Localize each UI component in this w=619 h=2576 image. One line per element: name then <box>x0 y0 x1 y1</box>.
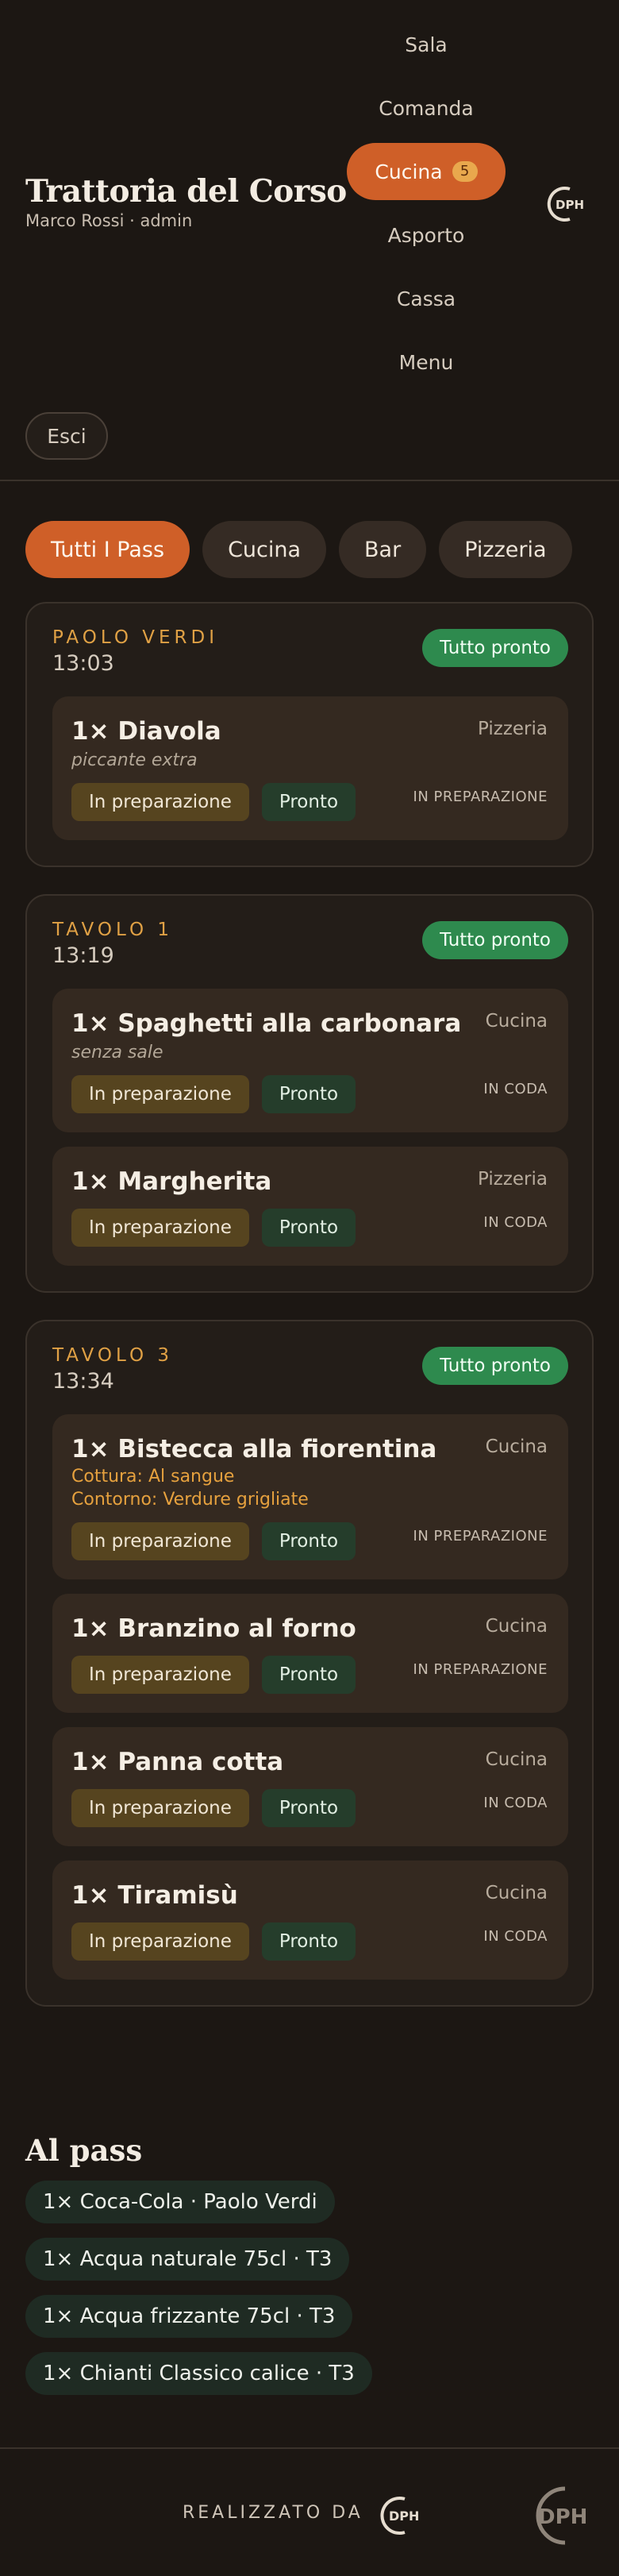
logout-button[interactable]: Esci <box>25 412 108 460</box>
nav-item-cucina[interactable]: Cucina 5 <box>347 143 506 200</box>
in-preparation-button[interactable]: In preparazione <box>71 1075 249 1113</box>
item-title: 1× Diavola <box>71 717 221 746</box>
ready-button[interactable]: Pronto <box>261 1656 356 1694</box>
nav-item-asporto[interactable]: Asporto <box>347 206 506 264</box>
item-note: senza sale <box>71 1043 163 1062</box>
ready-button[interactable]: Pronto <box>261 1522 356 1560</box>
item-station: Pizzeria <box>478 719 548 739</box>
orders-list: Paolo Verdi 13:03 Tutto pronto 1× Diavol… <box>25 602 594 2034</box>
filter-cucina[interactable]: Cucina <box>202 521 327 578</box>
item-status: IN PREPARAZIONE <box>413 789 548 805</box>
in-preparation-button[interactable]: In preparazione <box>71 783 249 821</box>
item-title: 1× Spaghetti alla carbonara <box>71 1009 462 1038</box>
count-badge: 5 <box>452 161 478 182</box>
pass-item[interactable]: 1× Chianti Classico calice · T3 <box>25 2352 372 2395</box>
nav-item-cassa[interactable]: Cassa <box>347 270 506 327</box>
item-title: 1× Panna cotta <box>71 1748 284 1776</box>
item-status: IN CODA <box>483 1795 548 1811</box>
order-item: 1× Margherita Pizzeria IN CODA In prepar… <box>52 1147 568 1266</box>
all-ready-button[interactable]: Tutto pronto <box>422 629 568 667</box>
item-status: IN PREPARAZIONE <box>413 1528 548 1544</box>
logo-text: DPH <box>389 2509 419 2524</box>
item-modifier: Contorno: Verdure grigliate <box>71 1490 309 1510</box>
nav-item-sala[interactable]: Sala <box>347 16 506 73</box>
main-nav: Sala Comanda Cucina 5 Asporto Cassa Menu <box>347 16 506 397</box>
order-item: 1× Panna cotta Cucina IN CODA In prepara… <box>52 1727 568 1846</box>
order-item: 1× Spaghetti alla carbonara senza sale C… <box>52 989 568 1132</box>
nav-label: Sala <box>405 33 448 56</box>
order-card: Tavolo 3 13:34 Tutto pronto 1× Bistecca … <box>25 1320 594 2007</box>
logo-text: DPH <box>556 198 584 212</box>
filter-pizzeria[interactable]: Pizzeria <box>439 521 572 578</box>
item-note: piccante extra <box>71 750 198 770</box>
ready-button[interactable]: Pronto <box>261 1789 356 1827</box>
in-preparation-button[interactable]: In preparazione <box>71 1789 249 1827</box>
nav-item-menu[interactable]: Menu <box>347 334 506 391</box>
item-title: 1× Branzino al forno <box>71 1614 356 1643</box>
pass-item[interactable]: 1× Acqua naturale 75cl · T3 <box>25 2238 350 2281</box>
in-preparation-button[interactable]: In preparazione <box>71 1522 249 1560</box>
filter-all[interactable]: Tutti I Pass <box>25 521 190 578</box>
ready-button[interactable]: Pronto <box>261 783 356 821</box>
order-item: 1× Diavola piccante extra Pizzeria IN PR… <box>52 696 568 840</box>
item-station: Cucina <box>485 1883 548 1903</box>
item-title: 1× Margherita <box>71 1167 272 1196</box>
nav-label: Cucina <box>375 160 443 183</box>
app-header: Trattoria del Corso Marco Rossi · admin … <box>0 0 619 481</box>
order-item: 1× Tiramisù Cucina IN CODA In preparazio… <box>52 1861 568 1980</box>
order-item: 1× Branzino al forno Cucina IN PREPARAZI… <box>52 1594 568 1713</box>
nav-label: Asporto <box>387 223 465 247</box>
pass-list: 1× Coca-Cola · Paolo Verdi 1× Acqua natu… <box>25 2181 372 2395</box>
dph-logo-icon[interactable]: DPH <box>371 2493 430 2538</box>
order-card: Paolo Verdi 13:03 Tutto pronto 1× Diavol… <box>25 602 594 867</box>
section-title: Al pass <box>25 2133 143 2168</box>
in-preparation-button[interactable]: In preparazione <box>71 1922 249 1961</box>
ready-button[interactable]: Pronto <box>261 1209 356 1247</box>
pass-item[interactable]: 1× Coca-Cola · Paolo Verdi <box>25 2181 335 2223</box>
item-status: IN CODA <box>483 1081 548 1097</box>
station-filters: Tutti I Pass Cucina Bar Pizzeria <box>25 521 572 578</box>
item-status: IN CODA <box>483 1928 548 1945</box>
dph-logo-icon[interactable]: DPH <box>541 184 592 224</box>
ready-button[interactable]: Pronto <box>261 1922 356 1961</box>
logo-text: DPH <box>538 2505 587 2529</box>
item-station: Cucina <box>485 1011 548 1032</box>
item-station: Pizzeria <box>478 1169 548 1190</box>
order-item: 1× Bistecca alla fiorentina Cottura: Al … <box>52 1414 568 1579</box>
dph-floating-button-icon[interactable]: DPH <box>516 2484 602 2547</box>
pass-item[interactable]: 1× Acqua frizzante 75cl · T3 <box>25 2295 353 2338</box>
item-modifier: Cottura: Al sangue <box>71 1467 235 1487</box>
item-status: IN PREPARAZIONE <box>413 1661 548 1678</box>
order-card: Tavolo 1 13:19 Tutto pronto 1× Spaghetti… <box>25 894 594 1293</box>
nav-label: Comanda <box>379 96 474 120</box>
item-title: 1× Bistecca alla fiorentina <box>71 1435 437 1463</box>
nav-item-comanda[interactable]: Comanda <box>347 79 506 137</box>
nav-label: Cassa <box>396 287 456 310</box>
al-pass-section: Al pass 1× Coca-Cola · Paolo Verdi 1× Ac… <box>25 2133 372 2409</box>
item-station: Cucina <box>485 1749 548 1770</box>
user-info: Marco Rossi · admin <box>25 211 193 230</box>
restaurant-title: Trattoria del Corso <box>25 173 347 210</box>
all-ready-button[interactable]: Tutto pronto <box>422 1347 568 1385</box>
item-status: IN CODA <box>483 1214 548 1231</box>
filter-bar[interactable]: Bar <box>339 521 427 578</box>
in-preparation-button[interactable]: In preparazione <box>71 1209 249 1247</box>
footer-credit: REALIZZATO DA <box>183 2503 363 2523</box>
all-ready-button[interactable]: Tutto pronto <box>422 921 568 959</box>
nav-label: Menu <box>398 350 454 374</box>
footer: REALIZZATO DA DPH DPH <box>0 2447 619 2576</box>
item-station: Cucina <box>485 1436 548 1457</box>
ready-button[interactable]: Pronto <box>261 1075 356 1113</box>
item-station: Cucina <box>485 1616 548 1637</box>
item-title: 1× Tiramisù <box>71 1881 238 1910</box>
in-preparation-button[interactable]: In preparazione <box>71 1656 249 1694</box>
brand: Trattoria del Corso Marco Rossi · admin <box>25 173 347 230</box>
